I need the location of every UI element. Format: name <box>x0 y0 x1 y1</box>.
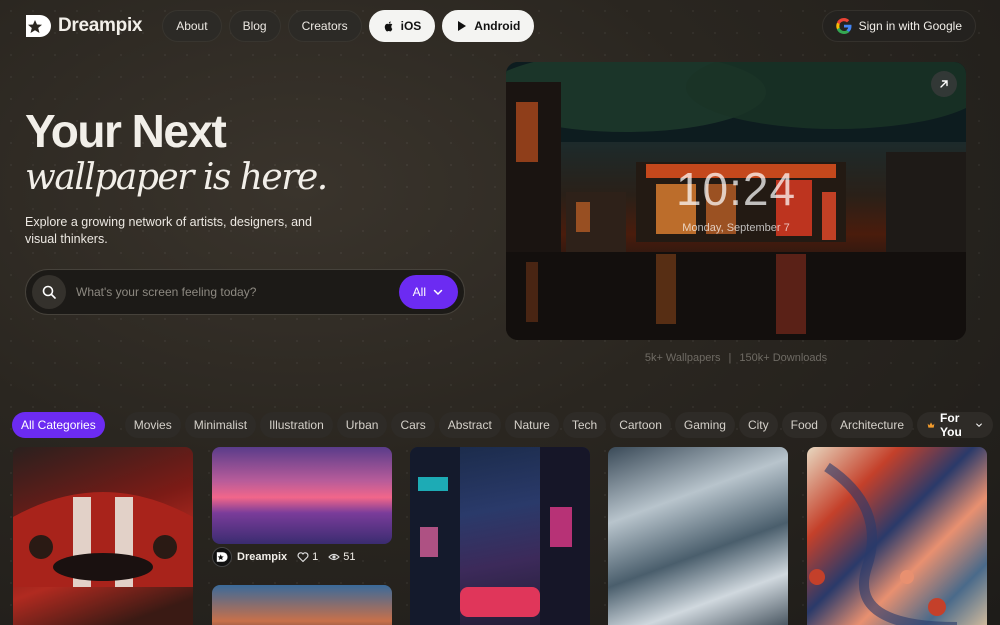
category-tech[interactable]: Tech <box>562 412 607 438</box>
stat-separator: | <box>728 352 732 364</box>
preview-clock: 10:24 <box>675 163 797 215</box>
neon-alley-illustration <box>410 447 590 625</box>
category-illustration[interactable]: Illustration <box>260 412 333 438</box>
google-signin-button[interactable]: Sign in with Google <box>821 10 976 42</box>
hero-wallpaper-preview[interactable]: 10:24 Monday, September 7 <box>506 62 966 340</box>
stat-downloads: 150k+ Downloads <box>739 352 828 364</box>
category-urban[interactable]: Urban <box>336 412 388 438</box>
brand-name: Dreampix <box>58 15 143 36</box>
eye-icon <box>328 553 341 561</box>
card-author[interactable]: Dreampix <box>237 551 287 563</box>
search-bar: All <box>25 269 465 315</box>
nav-link-about[interactable]: About <box>162 10 222 42</box>
android-button[interactable]: Android <box>442 10 535 42</box>
wallpaper-card-sunset-clouds[interactable] <box>212 447 392 544</box>
wallpaper-card-neon-alley[interactable] <box>410 447 590 625</box>
category-architecture[interactable]: Architecture <box>830 412 913 438</box>
category-gaming[interactable]: Gaming <box>674 412 735 438</box>
category-cartoon[interactable]: Cartoon <box>610 412 671 438</box>
category-nature[interactable]: Nature <box>504 412 559 438</box>
sort-dropdown[interactable]: For You <box>917 411 993 439</box>
top-nav: Dreampix About Blog Creators iOS Android… <box>24 10 976 42</box>
expand-button[interactable] <box>931 71 957 97</box>
site-stats: 5k+ Wallpapers | 150k+ Downloads <box>506 352 966 364</box>
wallpaper-card-fluid-abstract[interactable] <box>807 447 987 625</box>
preview-date: Monday, September 7 <box>682 222 790 234</box>
search-filter-dropdown[interactable]: All <box>398 275 458 309</box>
category-bar: All Categories Movies Minimalist Illustr… <box>12 411 993 439</box>
category-cars[interactable]: Cars <box>391 412 435 438</box>
dreampix-logo-icon <box>216 552 228 562</box>
crown-icon <box>927 422 935 428</box>
heart-icon <box>297 552 309 563</box>
race-car-illustration <box>13 492 193 587</box>
search-button[interactable] <box>32 275 66 309</box>
ios-button[interactable]: iOS <box>368 10 436 42</box>
category-all[interactable]: All Categories <box>12 412 105 438</box>
category-food[interactable]: Food <box>781 412 827 438</box>
chevron-down-icon <box>433 289 443 296</box>
arrow-up-right-icon <box>940 80 948 88</box>
nav-link-creators[interactable]: Creators <box>287 10 362 42</box>
android-label: Android <box>474 19 521 33</box>
signin-label: Sign in with Google <box>858 19 962 33</box>
category-abstract[interactable]: Abstract <box>438 412 501 438</box>
ios-label: iOS <box>400 19 422 33</box>
category-city[interactable]: City <box>738 412 778 438</box>
card-meta: Dreampix 1 51 <box>212 547 392 567</box>
like-count: 1 <box>312 551 319 563</box>
hero-subtitle: wallpaper is here. <box>25 157 328 198</box>
chevron-down-icon <box>975 423 982 428</box>
search-input[interactable] <box>66 285 399 299</box>
play-store-icon <box>458 21 467 31</box>
filter-label: All <box>412 285 426 299</box>
author-avatar[interactable] <box>212 547 232 567</box>
wallpaper-card-ocean-waves[interactable] <box>608 447 788 625</box>
sort-label: For You <box>940 411 962 439</box>
view-count: 51 <box>343 551 356 563</box>
fluid-abstract-illustration <box>809 462 958 625</box>
search-icon <box>42 285 56 299</box>
wallpaper-card-race-car[interactable] <box>13 447 193 625</box>
hero-description: Explore a growing network of artists, de… <box>25 215 312 246</box>
google-icon <box>835 18 852 34</box>
nav-link-blog[interactable]: Blog <box>228 10 281 42</box>
view-count-badge: 51 <box>328 551 356 563</box>
brand-logo[interactable]: Dreampix <box>24 12 143 40</box>
stat-wallpapers: 5k+ Wallpapers <box>644 352 721 364</box>
dreampix-logo-icon <box>26 15 51 37</box>
like-button[interactable]: 1 <box>297 551 318 563</box>
hero-title: Your Next <box>25 105 227 157</box>
apple-icon <box>384 21 392 32</box>
category-minimalist[interactable]: Minimalist <box>184 412 257 438</box>
wallpaper-card-sky-tower[interactable] <box>212 585 392 625</box>
category-movies[interactable]: Movies <box>124 412 181 438</box>
